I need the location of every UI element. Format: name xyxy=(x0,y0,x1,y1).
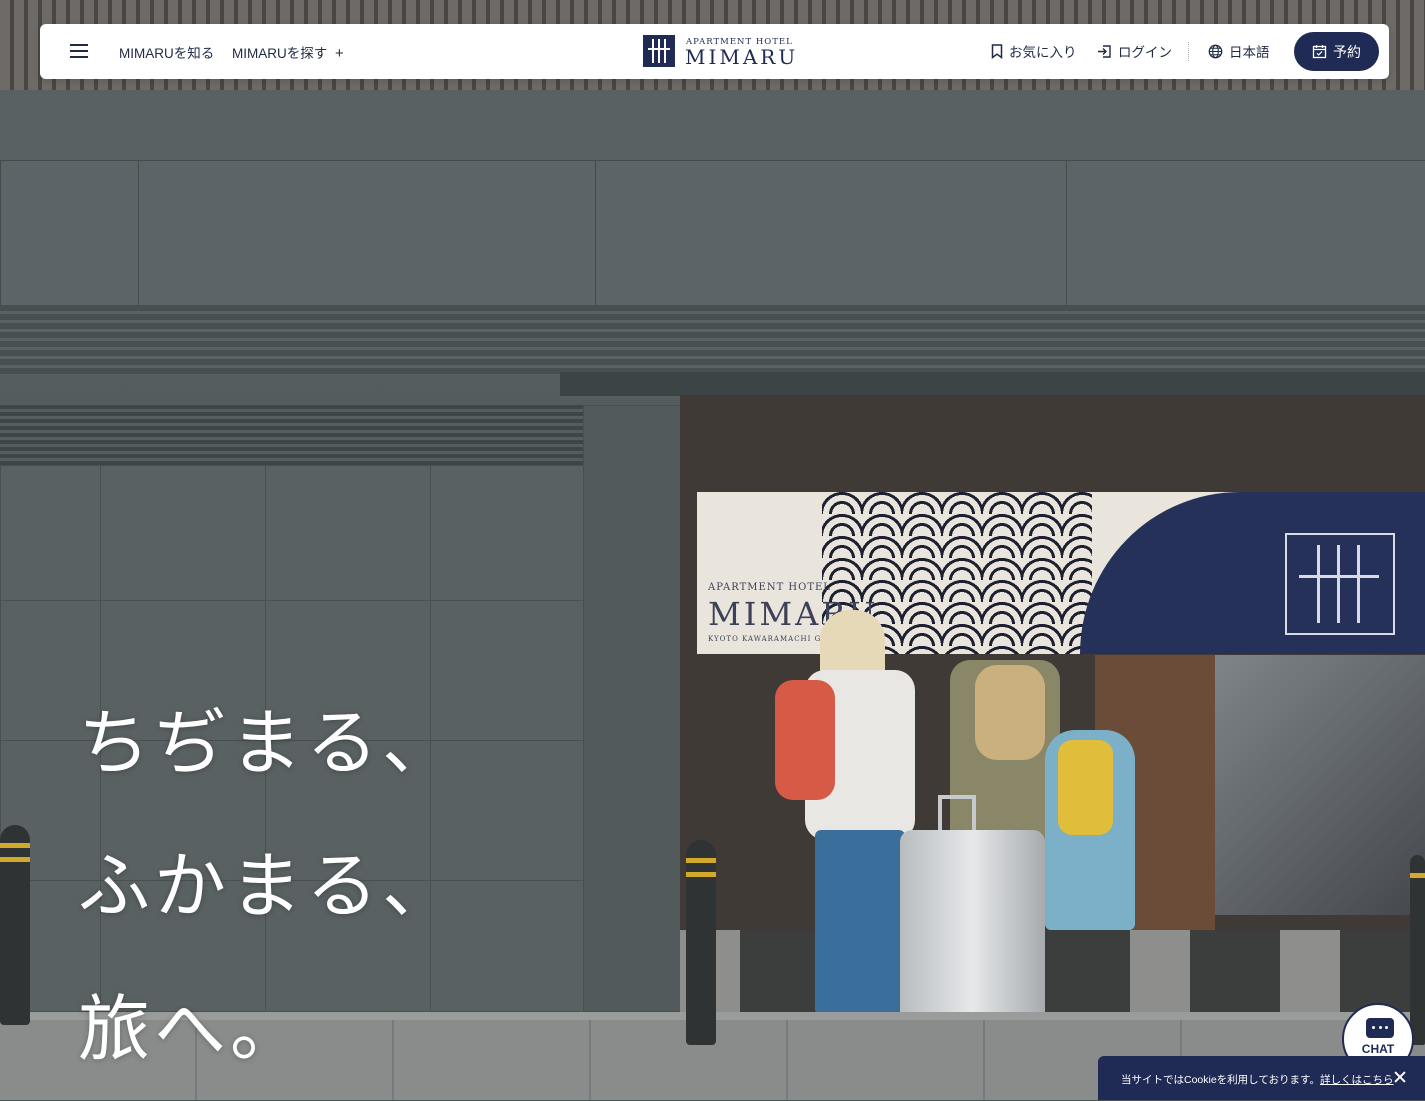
calendar-icon xyxy=(1312,45,1327,59)
nav-find-link[interactable]: MIMARUを探す + xyxy=(232,42,344,62)
header-divider xyxy=(1188,42,1189,61)
globe-icon xyxy=(1208,44,1223,58)
facade-panel xyxy=(1066,160,1425,308)
favorites-link[interactable]: お気に入り xyxy=(991,41,1077,61)
chat-label: CHAT xyxy=(1361,1042,1395,1056)
suitcase xyxy=(900,830,1045,1030)
close-icon[interactable] xyxy=(1393,1070,1407,1084)
roof-eave xyxy=(0,305,1425,375)
orange-backpack xyxy=(775,680,835,800)
language-selector[interactable]: 日本語 xyxy=(1208,41,1270,61)
person-jeans xyxy=(815,830,905,1015)
favorites-label: お気に入り xyxy=(1009,45,1077,60)
glass-window xyxy=(1215,655,1425,915)
chat-bubble-icon xyxy=(1366,1018,1394,1038)
cookie-message: 当サイトではCookieを利用しております。 xyxy=(1121,1074,1321,1086)
hero-tagline-line-1: ちぢまる、 xyxy=(78,701,459,785)
hero-tagline-line-3: 旅へ。 xyxy=(78,987,307,1071)
facade-panel xyxy=(0,160,139,308)
bollard xyxy=(0,825,30,1025)
cookie-details-link[interactable]: 詳しくはこちら xyxy=(1320,1074,1394,1086)
login-icon xyxy=(1098,44,1111,58)
login-link[interactable]: ログイン xyxy=(1097,41,1172,61)
noren-sub-text: APARTMENT HOTEL xyxy=(708,582,831,593)
plus-icon: + xyxy=(335,45,344,62)
login-label: ログイン xyxy=(1118,45,1172,60)
site-header: MIMARUを知る MIMARUを探す + APARTMENT HOTEL MI… xyxy=(40,24,1389,79)
entrance-awning xyxy=(560,372,1425,396)
reserve-button[interactable]: 予約 xyxy=(1294,32,1379,71)
reserve-label: 予約 xyxy=(1333,43,1361,60)
bookmark-icon xyxy=(991,43,1003,59)
yellow-backpack xyxy=(1058,740,1113,835)
facade-band xyxy=(0,90,1425,162)
cookie-text: 当サイトではCookieを利用しております。詳しくはこちら xyxy=(1121,1072,1394,1087)
hamburger-menu-icon[interactable] xyxy=(70,44,88,58)
beige-backpack xyxy=(975,665,1045,760)
facade-panel xyxy=(138,160,596,308)
entrance-floor xyxy=(680,930,1425,1020)
cookie-banner: 当サイトではCookieを利用しております。詳しくはこちら xyxy=(1098,1056,1425,1100)
mimaru-logo[interactable]: APARTMENT HOTEL MIMARU xyxy=(643,35,795,69)
hero-tagline-line-2: ふかまる、 xyxy=(78,844,459,928)
hero-tagline: ちぢまる、 ふかまる、 旅へ。 xyxy=(78,672,458,1101)
facade-panel xyxy=(595,160,1067,308)
logo-mark-icon xyxy=(643,35,675,67)
nav-find-label: MIMARUを探す xyxy=(232,46,328,61)
language-label: 日本語 xyxy=(1229,45,1270,60)
noren-logo-mark xyxy=(1285,533,1395,635)
logo-title: MIMARU xyxy=(685,45,799,69)
bollard xyxy=(1410,855,1425,1045)
bollard xyxy=(686,840,716,1045)
nav-about-link[interactable]: MIMARUを知る xyxy=(119,42,214,62)
